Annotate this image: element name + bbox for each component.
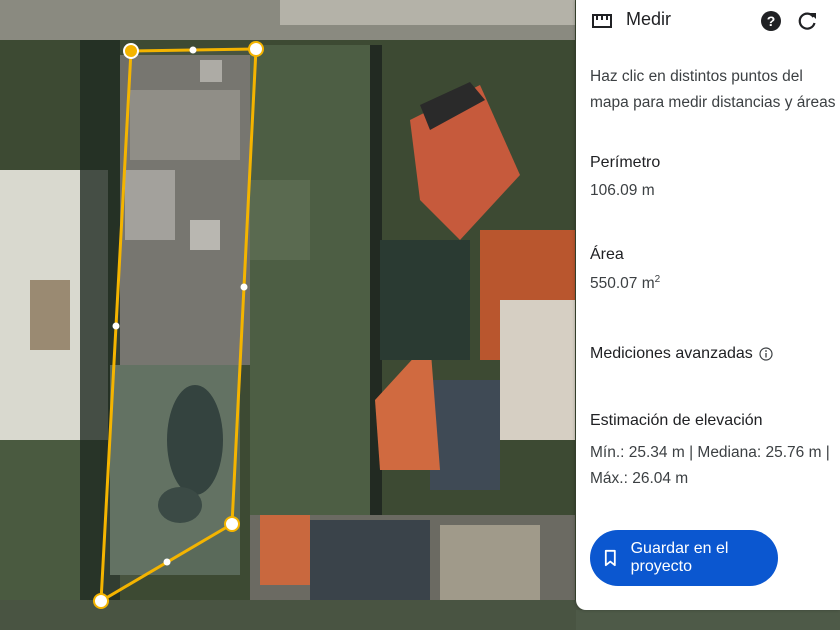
measure-midpoint	[163, 558, 171, 566]
measure-vertex	[224, 516, 240, 532]
panel-title: Medir	[626, 9, 672, 29]
refresh-icon[interactable]	[796, 10, 818, 32]
ruler-icon	[592, 14, 612, 28]
area-value-row: 550.07 m2	[590, 274, 660, 293]
bookmark-icon	[604, 549, 616, 567]
measure-vertex	[248, 41, 264, 57]
measure-midpoint	[240, 283, 248, 291]
measure-panel: Medir ? Haz clic en distintos puntos del…	[576, 0, 840, 610]
svg-text:?: ?	[767, 13, 776, 29]
instructions-text: Haz clic en distintos puntos del mapa pa…	[590, 68, 836, 111]
help-icon[interactable]: ?	[760, 10, 782, 32]
save-to-project-button[interactable]: Guardar en el proyecto	[590, 530, 778, 586]
elevation-values: Mín.: 25.34 m | Mediana: 25.76 m | Máx.:…	[590, 444, 830, 487]
advanced-measurements-link[interactable]: Mediciones avanzadas	[590, 345, 773, 363]
measure-midpoint	[112, 322, 120, 330]
area-unit-superscript: 2	[654, 274, 661, 285]
perimeter-value: 106.09 m	[590, 182, 655, 199]
area-label: Área	[590, 246, 624, 263]
measure-vertex	[93, 593, 109, 609]
area-value: 550.07 m	[590, 275, 655, 293]
elevation-label: Estimación de elevación	[590, 412, 763, 429]
measure-vertex	[123, 43, 139, 59]
advanced-measurements-label: Mediciones avanzadas	[590, 345, 753, 362]
measure-midpoint	[189, 46, 197, 54]
perimeter-label: Perímetro	[590, 154, 661, 171]
save-button-label: Guardar en el proyecto	[630, 540, 729, 575]
info-icon[interactable]	[759, 347, 773, 361]
panel-header: Medir ?	[576, 0, 840, 42]
